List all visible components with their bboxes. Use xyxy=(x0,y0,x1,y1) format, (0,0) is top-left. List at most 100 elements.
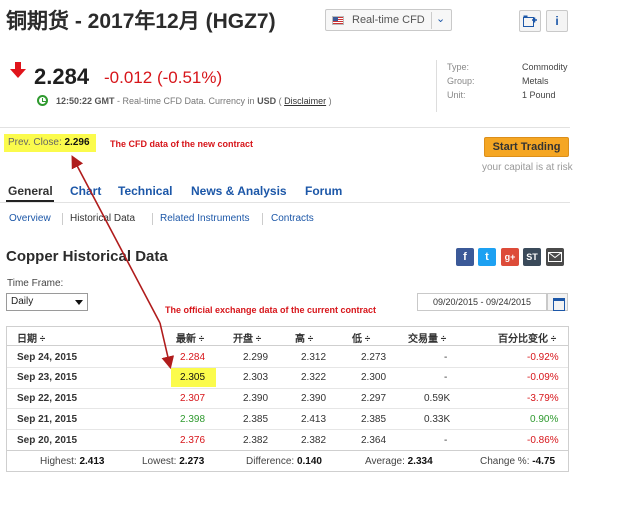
price-change-value: -0.012 xyxy=(104,68,153,87)
table-row-high: 2.390 xyxy=(301,393,327,404)
table-row-low: 2.297 xyxy=(361,393,387,404)
col-header-volume[interactable]: 交易量 ÷ xyxy=(408,330,446,345)
facebook-icon[interactable]: f xyxy=(456,248,474,266)
meta-group-value: Metals xyxy=(522,76,549,86)
table-row-volume: - xyxy=(444,372,448,383)
subtab-separator xyxy=(62,213,63,225)
col-header-open[interactable]: 开盘 ÷ xyxy=(233,330,261,345)
table-row-low: 2.385 xyxy=(361,414,387,425)
stocktwits-icon[interactable]: ST xyxy=(523,248,541,266)
prev-close-value: 2.296 xyxy=(64,137,90,148)
row-divider xyxy=(7,429,568,430)
col-header-last[interactable]: 最新 ÷ xyxy=(176,330,204,345)
table-row-change: -0.86% xyxy=(527,435,559,446)
summary-lowest-value: 2.273 xyxy=(179,456,205,467)
table-row-volume: - xyxy=(444,352,448,363)
table-row-open: 2.382 xyxy=(243,435,269,446)
tab-technical[interactable]: Technical xyxy=(118,184,172,198)
timeframe-value: Daily xyxy=(11,296,34,307)
quote-time: 12:50:22 GMT xyxy=(56,96,115,106)
table-row-last: 2.307 xyxy=(180,393,206,404)
summary-difference-value: 0.140 xyxy=(296,456,322,467)
timeframe-select[interactable]: Daily xyxy=(6,293,88,311)
table-row-date: Sep 24, 2015 xyxy=(17,352,78,363)
summary-difference-label: Difference: xyxy=(246,456,297,467)
summary-change: Change %: -4.75 xyxy=(480,456,555,467)
table-row-last: 2.376 xyxy=(180,435,206,446)
table-row-open: 2.390 xyxy=(243,393,269,404)
exchange-annotation: The official exchange data of the curren… xyxy=(165,305,377,315)
google-plus-icon[interactable]: g+ xyxy=(501,248,519,266)
add-to-portfolio-icon[interactable] xyxy=(519,10,541,32)
calendar-icon[interactable] xyxy=(547,293,568,311)
table-row-change: -0.09% xyxy=(527,372,559,383)
table-row-open: 2.303 xyxy=(243,372,269,383)
cfd-selector[interactable]: Real-time CFD ⌄ xyxy=(325,9,452,31)
tab-news-analysis[interactable]: News & Analysis xyxy=(191,184,287,198)
meta-type-value: Commodity xyxy=(522,62,568,72)
row-divider xyxy=(7,408,568,409)
summary-lowest-label: Lowest: xyxy=(142,456,180,467)
summary-average: Average: 2.334 xyxy=(365,456,433,467)
price-change: -0.012 (-0.51%) xyxy=(104,68,222,88)
meta-divider xyxy=(436,60,437,112)
email-icon[interactable] xyxy=(546,248,564,266)
table-row-low: 2.300 xyxy=(361,372,387,383)
col-header-high[interactable]: 高 ÷ xyxy=(295,330,313,345)
info-icon[interactable]: i xyxy=(546,10,568,32)
disclaimer-link[interactable]: Disclaimer xyxy=(284,96,326,106)
table-row-high: 2.312 xyxy=(301,352,327,363)
twitter-icon[interactable]: t xyxy=(478,248,496,266)
tab-forum[interactable]: Forum xyxy=(305,184,342,198)
paren-open: ( xyxy=(276,96,285,106)
timeframe-label: Time Frame: xyxy=(7,278,64,289)
subtab-historical-data[interactable]: Historical Data xyxy=(70,213,135,224)
quote-timestamp-line: 12:50:22 GMT - Real-time CFD Data. Curre… xyxy=(56,96,332,106)
table-row-date: Sep 20, 2015 xyxy=(17,435,78,446)
table-row-open: 2.385 xyxy=(243,414,269,425)
dropdown-arrow-icon xyxy=(75,300,83,305)
table-row-date: Sep 23, 2015 xyxy=(17,372,78,383)
tabs-divider xyxy=(0,202,570,203)
summary-highest: Highest: 2.413 xyxy=(40,456,105,467)
paren-close: ) xyxy=(326,96,332,106)
date-range-input[interactable]: 09/20/2015 - 09/24/2015 xyxy=(417,293,547,311)
table-row-open: 2.299 xyxy=(243,352,269,363)
table-row-last: 2.305 xyxy=(180,372,206,383)
table-row-last: 2.284 xyxy=(180,352,206,363)
table-row-low: 2.364 xyxy=(361,435,387,446)
tab-general[interactable]: General xyxy=(8,184,53,198)
table-row-date: Sep 21, 2015 xyxy=(17,414,78,425)
cfd-selector-label: Real-time CFD xyxy=(352,14,425,26)
page-title: 铜期货 - 2017年12月 (HGZ7) xyxy=(6,10,276,33)
meta-unit-value: 1 Pound xyxy=(522,90,556,100)
table-row-volume: 0.59K xyxy=(424,393,451,404)
table-row-volume: - xyxy=(444,435,448,446)
summary-average-value: 2.334 xyxy=(407,456,433,467)
cfd-annotation: The CFD data of the new contract xyxy=(110,139,254,149)
quote-description: - Real-time CFD Data. Currency in xyxy=(114,96,258,106)
table-row-change: -0.92% xyxy=(527,352,559,363)
start-trading-button[interactable]: Start Trading xyxy=(484,137,569,157)
subtab-related-instruments[interactable]: Related Instruments xyxy=(160,213,250,224)
subtab-overview[interactable]: Overview xyxy=(9,213,51,224)
col-header-low[interactable]: 低 ÷ xyxy=(352,330,370,345)
summary-divider xyxy=(7,450,568,451)
clock-icon xyxy=(37,95,48,106)
summary-average-label: Average: xyxy=(365,456,408,467)
table-row-high: 2.413 xyxy=(301,414,327,425)
table-row-date: Sep 22, 2015 xyxy=(17,393,78,404)
quote-currency: USD xyxy=(257,96,277,106)
col-header-date[interactable]: 日期 ÷ xyxy=(17,330,45,345)
col-header-change-pct[interactable]: 百分比变化 ÷ xyxy=(498,330,556,345)
subtab-separator xyxy=(152,213,153,225)
section-title: Copper Historical Data xyxy=(6,248,168,265)
summary-change-value: -4.75 xyxy=(532,456,556,467)
tab-chart[interactable]: Chart xyxy=(70,184,101,198)
cfd-selector-divider xyxy=(431,12,432,29)
table-row-volume: 0.33K xyxy=(424,414,451,425)
row-divider xyxy=(7,388,568,389)
summary-highest-value: 2.413 xyxy=(79,456,105,467)
subtab-contracts[interactable]: Contracts xyxy=(271,213,314,224)
summary-change-label: Change %: xyxy=(480,456,533,467)
